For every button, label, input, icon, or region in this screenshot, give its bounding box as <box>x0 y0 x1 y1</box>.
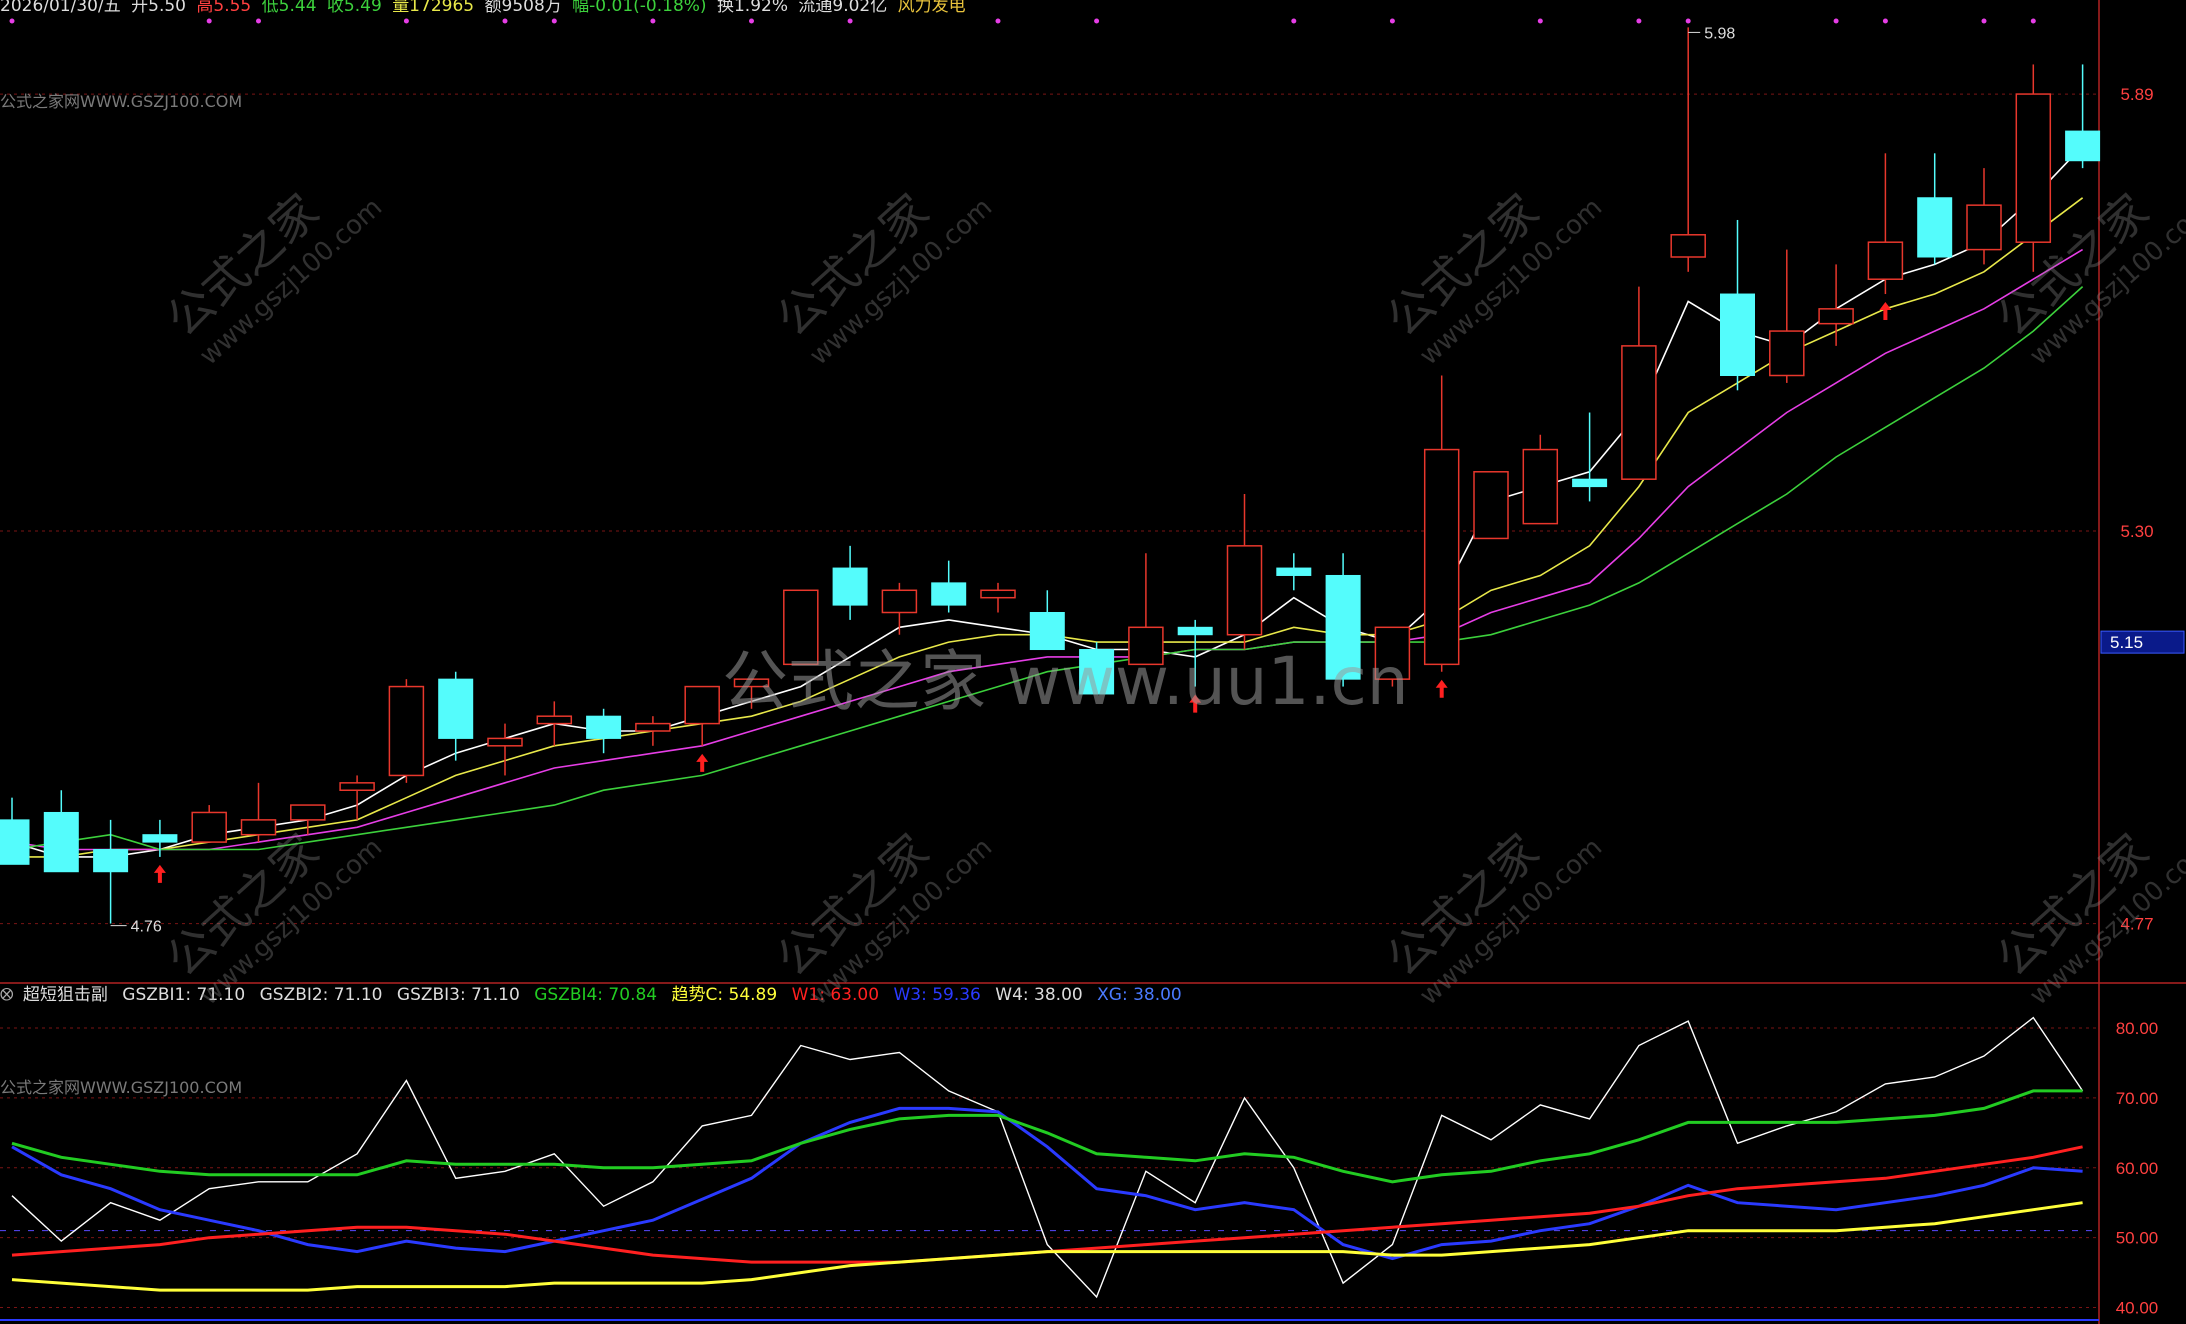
candle-body-up <box>1226 545 1263 636</box>
candle-body-down <box>43 811 79 873</box>
candle-body-down <box>832 567 868 606</box>
indicator-tick-label: 80.00 <box>2116 1019 2159 1038</box>
quote-float-cap: 流通9.02亿 <box>798 0 888 16</box>
candle-body-down <box>1917 197 1953 258</box>
candle-body-down <box>0 819 30 865</box>
quote-sector: 风力发电 <box>897 0 966 16</box>
quote-turnover: 换1.92% <box>716 0 788 16</box>
quote-header: 2026/01/30/五 开5.50 高5.55 低5.44 收5.49 量17… <box>0 0 971 16</box>
signal-dot <box>995 18 1001 24</box>
ma-line <box>12 197 2084 858</box>
source-label-main: 公式之家网WWW.GSZJ100.COM <box>0 92 243 111</box>
candle-body-down <box>93 849 129 873</box>
price-tick-label: 5.30 <box>2120 522 2153 541</box>
buy-signal-arrow <box>696 753 709 772</box>
signal-dot <box>206 18 212 24</box>
indicator-line <box>11 1016 2084 1299</box>
signal-dot <box>1882 18 1888 24</box>
sub-gridlines <box>0 1027 2099 1309</box>
candle-body-up <box>881 589 918 614</box>
candle-body-up <box>1621 345 1657 480</box>
candle-body-down <box>1720 293 1755 376</box>
signal-dot <box>256 18 261 24</box>
indicator-tick-label: 60.00 <box>2116 1159 2159 1178</box>
candle-body-up <box>1423 448 1460 666</box>
indicator-title: 超短狙击副 <box>22 985 108 1005</box>
signal-dot <box>9 18 15 24</box>
magenta-dots <box>9 18 2036 24</box>
candle-body-up <box>536 715 573 725</box>
candle-body-up <box>339 782 375 791</box>
signal-dot <box>1636 18 1642 24</box>
indicator-tick-label: 40.00 <box>2116 1299 2159 1318</box>
candle-body-down <box>438 678 474 739</box>
signal-dot <box>403 18 409 24</box>
candle-body-down <box>1572 478 1608 488</box>
signal-dot <box>551 18 557 24</box>
signal-dot <box>1981 18 1987 24</box>
price-tick-label: 5.89 <box>2120 85 2153 104</box>
signal-dot <box>749 18 754 24</box>
quote-high: 高5.55 <box>196 0 252 16</box>
candle-body-up <box>2015 93 2052 243</box>
center-watermark: 公式之家 www.uu1.cn <box>722 643 1409 720</box>
signal-dot <box>2030 18 2036 24</box>
indicator-legend: ⭙ 超短狙击副 GSZBI1: 71.10 GSZBI2: 71.10 GSZB… <box>0 983 1191 1007</box>
signal-dot <box>1389 18 1395 24</box>
legend-w4: W4: 38.00 <box>995 985 1083 1005</box>
candle-body-up <box>191 811 227 843</box>
indicator-tick-label: 70.00 <box>2116 1089 2159 1108</box>
quote-close: 收5.49 <box>326 0 382 16</box>
indicator-tick-label: 50.00 <box>2116 1229 2159 1248</box>
signal-dot <box>1537 18 1543 24</box>
legend-gszbi2: GSZBI2: 71.10 <box>259 985 383 1005</box>
candle-body-up <box>980 589 1016 599</box>
legend-xg: XG: 38.00 <box>1097 985 1182 1005</box>
candle-body-up <box>635 722 671 732</box>
quote-change: 幅-0.01(-0.18%) <box>572 0 707 16</box>
candle-body-up <box>487 737 523 747</box>
signal-dot <box>1094 18 1100 24</box>
candle-body-down <box>142 834 178 843</box>
candle-body-up <box>1522 448 1559 525</box>
buy-signal-arrow <box>153 864 166 883</box>
current-price-label: 5.15 <box>2110 633 2143 652</box>
signal-dot <box>650 18 656 24</box>
candle-body-down <box>931 582 967 606</box>
high-price-label: 5.98 <box>1704 25 1735 42</box>
legend-w3: W3: 59.36 <box>893 985 981 1005</box>
candle-body-down <box>586 715 622 739</box>
candle-body-up <box>1769 330 1805 377</box>
signal-dot <box>502 18 508 24</box>
legend-gszbi4: GSZBI4: 70.84 <box>534 985 658 1005</box>
quote-date: 2026/01/30/五 <box>0 0 121 16</box>
indicator-lines <box>11 1016 2084 1299</box>
candle-body-down <box>1276 567 1312 576</box>
signal-dot <box>1685 18 1691 24</box>
signal-dot <box>847 18 853 24</box>
quote-volume: 量172965 <box>392 0 475 16</box>
candle-body-up <box>1473 471 1509 540</box>
quote-low: 低5.44 <box>261 0 317 16</box>
source-label-sub: 公式之家网WWW.GSZJ100.COM <box>0 1078 243 1097</box>
candle-body-down <box>2065 130 2101 162</box>
collapse-icon[interactable]: ⭙ <box>0 985 13 1005</box>
legend-trend: 趋势C: 54.89 <box>671 985 778 1005</box>
candle-body-up <box>1966 204 2002 251</box>
candle-body-up <box>1867 241 1904 280</box>
candle-body-up <box>1818 308 1854 325</box>
quote-amount: 额9508万 <box>484 0 562 16</box>
candle-body-up <box>684 685 720 725</box>
signal-dot <box>1291 18 1297 24</box>
candle-body-up <box>388 685 425 777</box>
quote-open: 开5.50 <box>131 0 186 16</box>
signal-dot <box>1833 18 1839 24</box>
candle-body-up <box>1670 234 1706 258</box>
legend-gszbi3: GSZBI3: 71.10 <box>396 985 520 1005</box>
buy-signal-arrow <box>1435 679 1448 698</box>
